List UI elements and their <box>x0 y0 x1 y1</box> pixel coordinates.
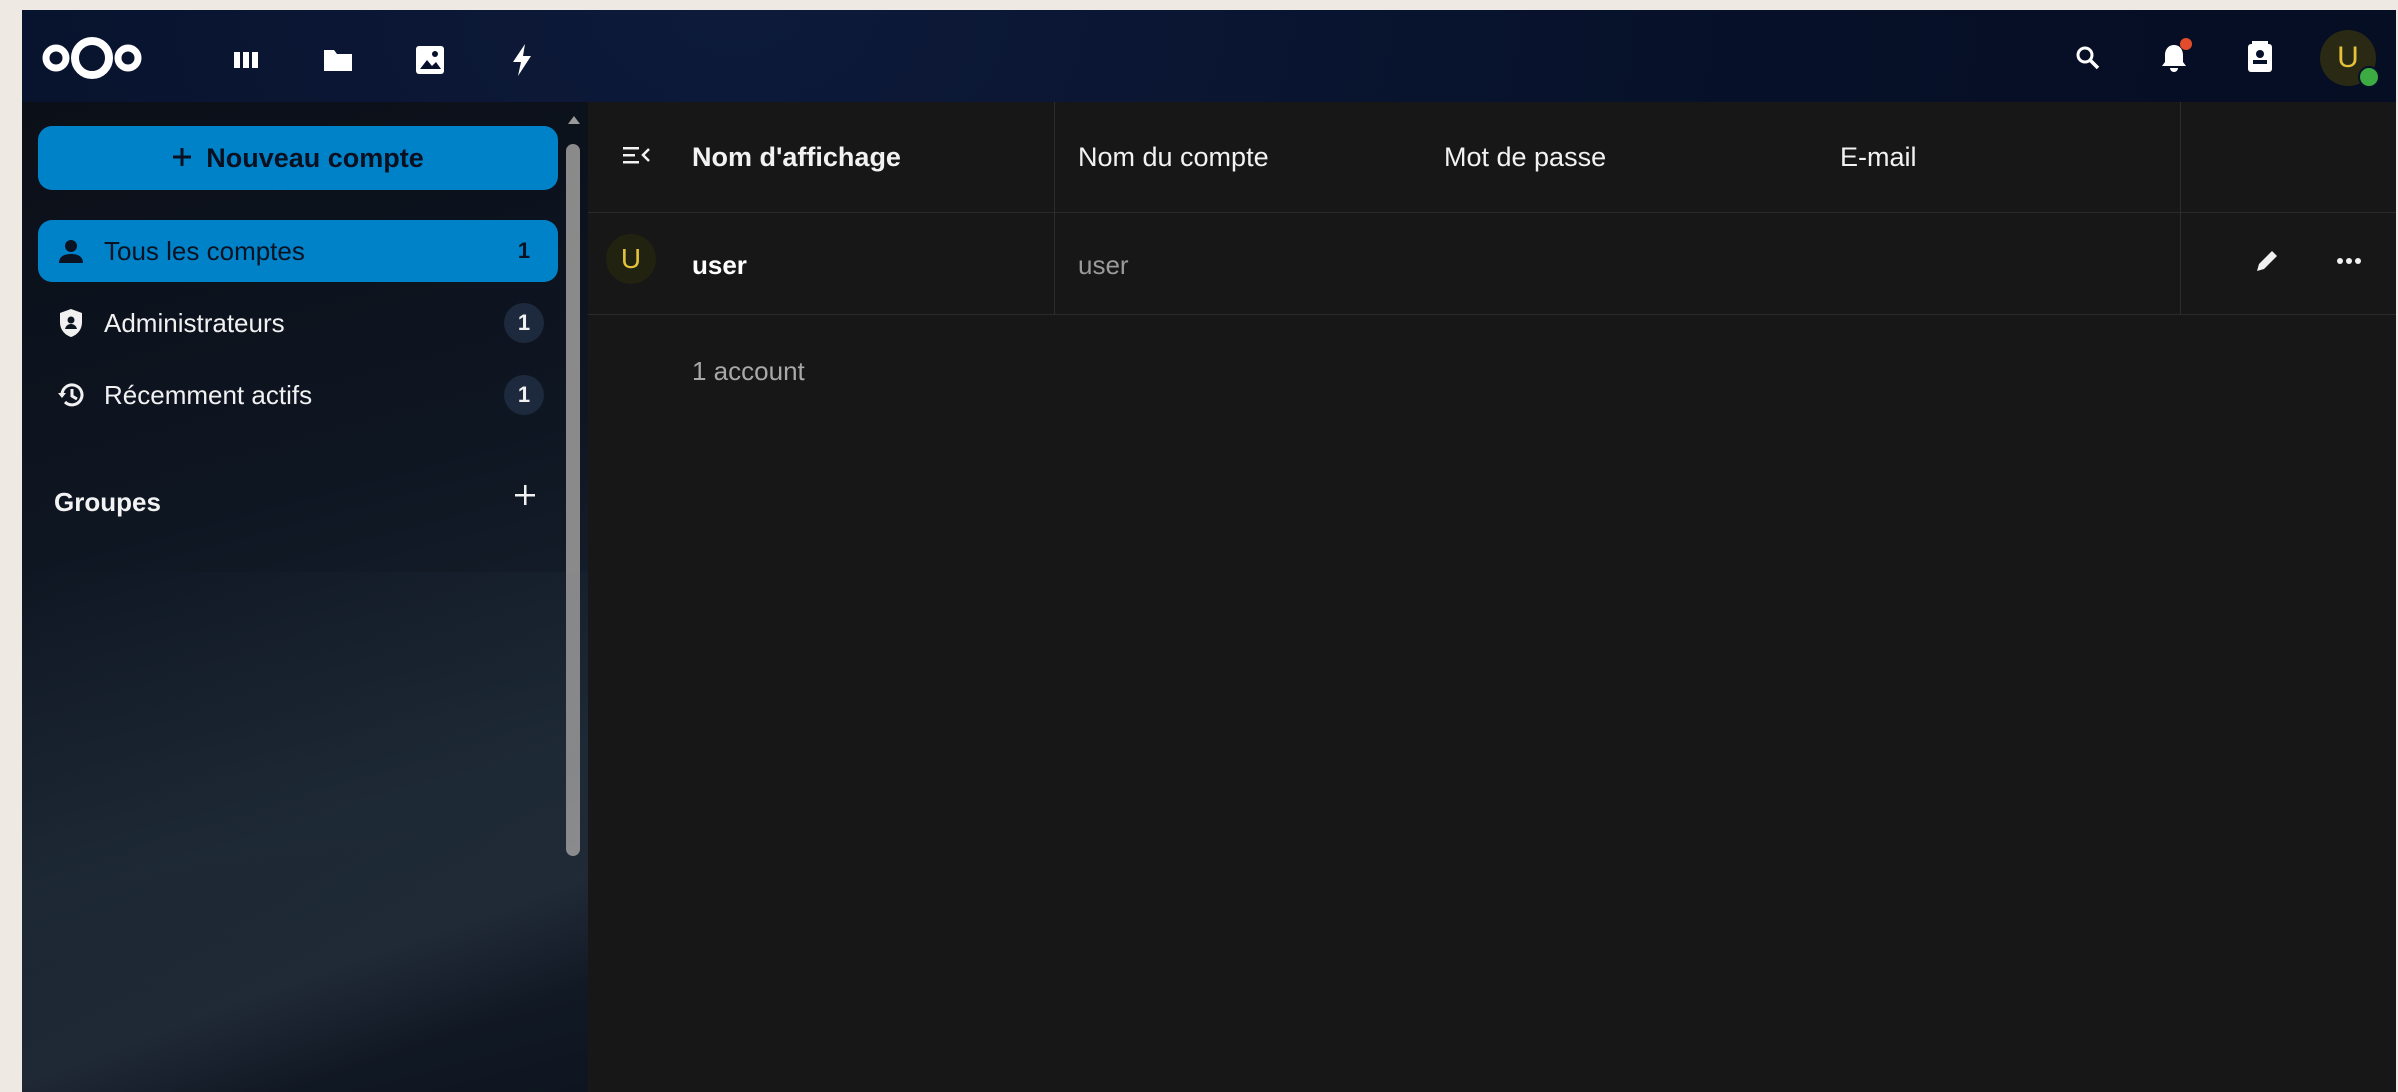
app-menu <box>222 36 546 84</box>
notifications-bell-icon[interactable] <box>2148 32 2200 84</box>
search-icon[interactable] <box>2062 32 2114 84</box>
plus-icon <box>514 484 536 511</box>
header-right: U <box>2062 30 2380 88</box>
nextcloud-logo[interactable] <box>36 30 148 86</box>
sidebar-item-label: Tous les comptes <box>104 235 305 266</box>
column-header-account-name[interactable]: Nom du compte <box>1078 142 1269 173</box>
account-count: 1 account <box>692 356 805 386</box>
more-actions-icon[interactable] <box>2322 234 2376 288</box>
image-icon[interactable] <box>406 36 454 84</box>
account-name-cell: user <box>1078 250 1129 280</box>
user-avatar[interactable]: U <box>2320 30 2380 88</box>
top-header: U <box>22 10 2396 102</box>
edit-pencil-icon[interactable] <box>2240 234 2294 288</box>
dashboard-icon[interactable] <box>222 36 270 84</box>
table-header: Nom d'affichage Nom du compte Mot de pas… <box>588 102 2396 314</box>
count-badge: 1 <box>504 375 544 415</box>
sidebar-item-administrators[interactable]: Administrateurs 1 <box>38 292 558 354</box>
notification-dot <box>2180 38 2192 50</box>
lightning-icon[interactable] <box>498 36 546 84</box>
sidebar: Nouveau compte Tous les comptes 1 Admini… <box>22 102 588 1092</box>
contacts-icon[interactable] <box>2234 32 2286 84</box>
sidebar-item-all-accounts[interactable]: Tous les comptes 1 <box>38 220 558 282</box>
groups-caption: Groupes <box>54 487 161 517</box>
folder-icon[interactable] <box>314 36 362 84</box>
display-name-cell: user <box>692 250 747 280</box>
toggle-sidebar-icon[interactable] <box>610 128 664 182</box>
new-account-label: Nouveau compte <box>206 142 424 173</box>
column-header-password[interactable]: Mot de passe <box>1444 142 1606 173</box>
sidebar-item-label: Administrateurs <box>104 307 285 338</box>
avatar-initial: U <box>2337 41 2359 74</box>
sidebar-item-recently-active[interactable]: Récemment actifs 1 <box>38 364 558 426</box>
user-icon <box>54 239 88 263</box>
accounts-table: Nom d'affichage Nom du compte Mot de pas… <box>588 102 2396 1092</box>
count-badge: 1 <box>504 303 544 343</box>
column-header-display-name[interactable]: Nom d'affichage <box>692 142 901 173</box>
plus-icon <box>172 143 192 174</box>
new-account-button[interactable]: Nouveau compte <box>38 126 558 190</box>
avatar-initial: U <box>620 243 642 274</box>
online-status-dot <box>2358 66 2380 88</box>
count-badge: 1 <box>517 238 531 263</box>
history-icon <box>54 381 88 409</box>
sidebar-scrollbar[interactable] <box>566 144 580 856</box>
app-window: U Nouveau compte Tous les comptes 1 Admi… <box>22 10 2396 1092</box>
table-row[interactable]: U user user <box>588 212 2396 315</box>
sidebar-item-label: Récemment actifs <box>104 379 313 410</box>
avatar: U <box>606 234 656 284</box>
add-group-button[interactable] <box>500 472 550 522</box>
shield-account-icon <box>54 308 88 338</box>
scroll-up-arrow-icon[interactable] <box>568 116 580 124</box>
column-header-email[interactable]: E-mail <box>1840 142 1917 173</box>
